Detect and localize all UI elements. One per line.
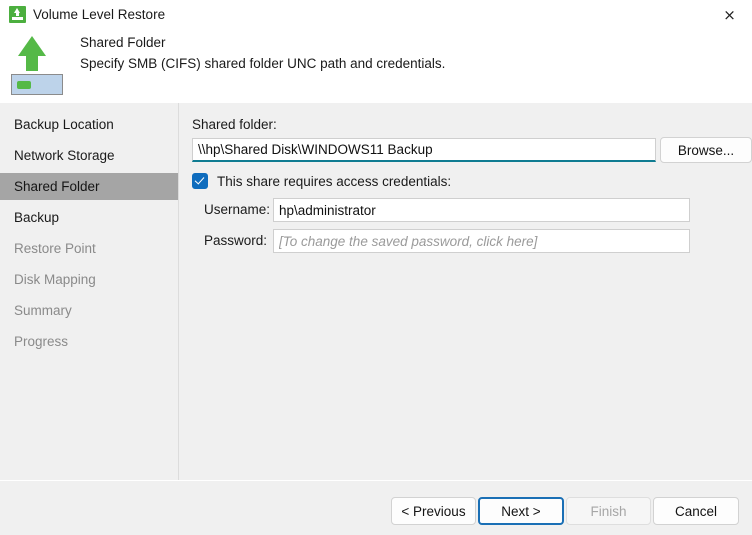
sidebar-item-network-storage[interactable]: Network Storage — [0, 142, 178, 169]
browse-button[interactable]: Browse... — [660, 137, 752, 163]
sidebar-item-backup[interactable]: Backup — [0, 204, 178, 231]
volume-level-restore-dialog: Volume Level Restore × Shared Folder Spe… — [0, 0, 752, 535]
shared-folder-label: Shared folder: — [192, 117, 277, 132]
close-icon[interactable]: × — [707, 0, 752, 30]
username-input[interactable] — [273, 198, 690, 222]
password-label: Password: — [204, 233, 268, 248]
finish-button: Finish — [566, 497, 651, 525]
sidebar-item-restore-point: Restore Point — [14, 241, 96, 256]
credentials-checkbox-label: This share requires access credentials: — [217, 173, 452, 189]
sidebar-item-backup-location[interactable]: Backup Location — [0, 111, 178, 138]
sidebar-item-shared-folder[interactable]: Shared Folder — [0, 173, 178, 200]
check-icon — [194, 174, 205, 185]
wizard-step-sidebar: Backup Location Network Storage Shared F… — [0, 103, 179, 480]
window-title: Volume Level Restore — [33, 7, 166, 22]
username-label: Username: — [204, 202, 271, 217]
dialog-header: Shared Folder Specify SMB (CIFS) shared … — [0, 30, 752, 103]
sidebar-item-summary: Summary — [14, 303, 72, 318]
next-button[interactable]: Next > — [478, 497, 564, 525]
previous-button[interactable]: < Previous — [391, 497, 476, 525]
page-subtitle: Specify SMB (CIFS) shared folder UNC pat… — [80, 56, 446, 71]
password-input[interactable] — [273, 229, 690, 253]
sidebar-item-disk-mapping: Disk Mapping — [14, 272, 96, 287]
title-bar: Volume Level Restore × — [0, 0, 752, 30]
shared-folder-input[interactable] — [192, 138, 656, 162]
cancel-button[interactable]: Cancel — [653, 497, 739, 525]
volume-restore-icon — [9, 6, 26, 23]
dialog-footer: < Previous Next > Finish Cancel — [0, 480, 752, 535]
shared-folder-form: Shared folder: Browse... This share requ… — [180, 103, 752, 480]
credentials-checkbox-row[interactable]: This share requires access credentials: — [192, 173, 451, 189]
credentials-checkbox[interactable] — [192, 173, 208, 189]
green-up-arrow-drive-icon — [11, 32, 65, 95]
page-title: Shared Folder — [80, 35, 166, 50]
sidebar-item-progress: Progress — [14, 334, 69, 349]
dialog-body: Backup Location Network Storage Shared F… — [0, 103, 752, 480]
